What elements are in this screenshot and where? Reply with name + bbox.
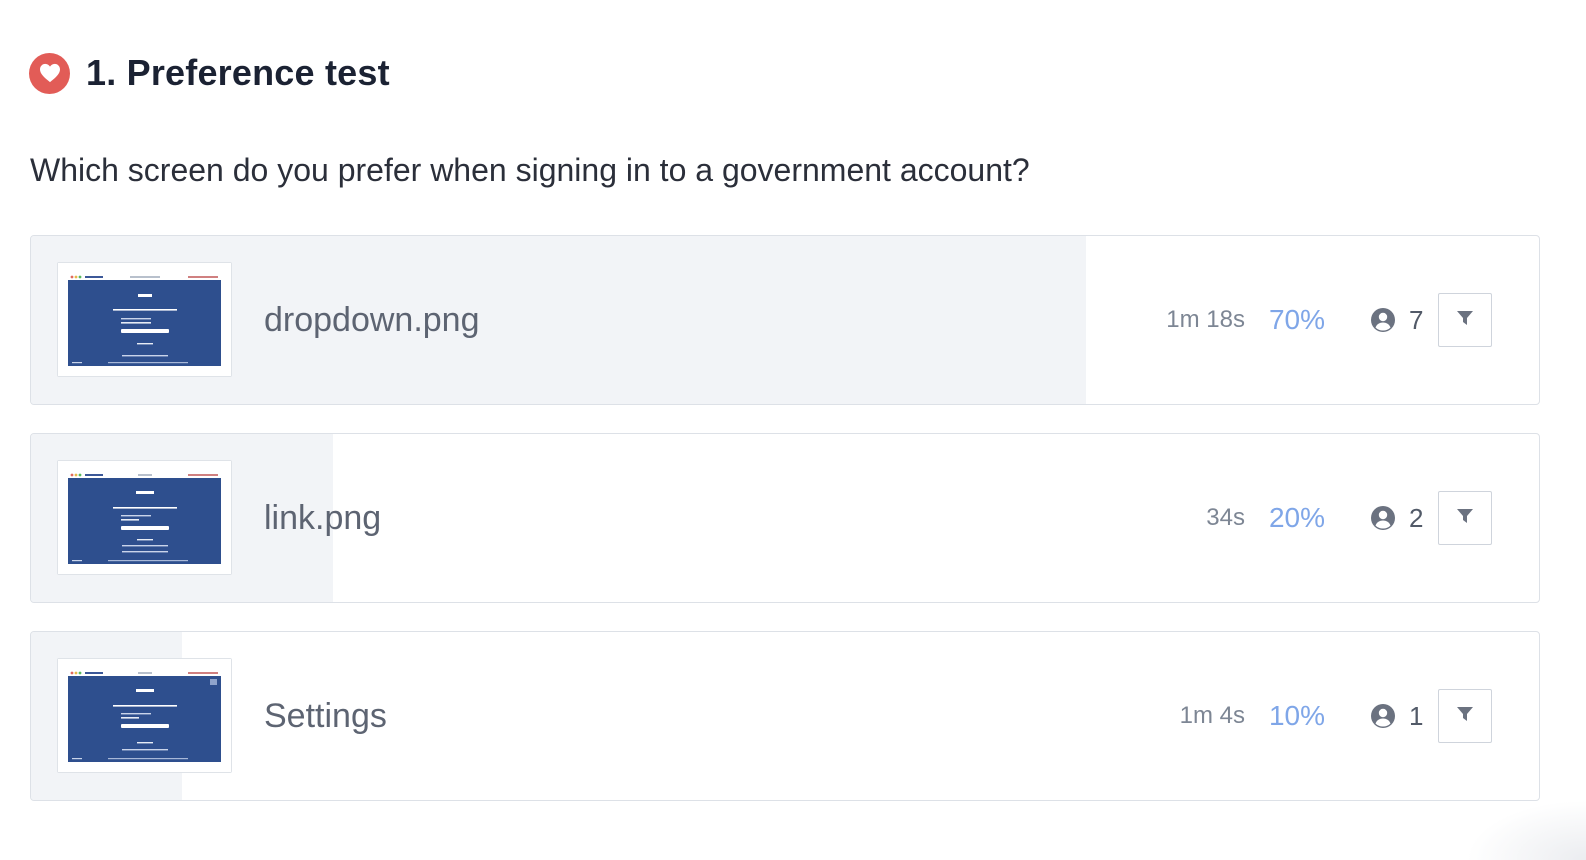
option-label: Settings: [264, 697, 387, 735]
user-icon: [1371, 506, 1395, 530]
page-title: 1. Preference test: [86, 52, 390, 93]
percent-value: 20%: [1268, 502, 1326, 533]
option-stats: 1m 4s 10% 1: [1111, 632, 1491, 800]
filter-button[interactable]: [1438, 491, 1492, 545]
duration-value: 34s: [1206, 504, 1245, 531]
question-text: Which screen do you prefer when signing …: [30, 152, 1030, 188]
option-row: link.png 34s 20% 2: [30, 433, 1540, 603]
option-thumbnail[interactable]: [57, 658, 232, 773]
filter-icon: [1456, 309, 1474, 332]
duration-value: 1m 4s: [1179, 702, 1245, 729]
filter-button[interactable]: [1438, 293, 1492, 347]
user-icon: [1371, 704, 1395, 728]
filter-button[interactable]: [1438, 689, 1492, 743]
participant-count: 1: [1371, 632, 1423, 800]
options-list: dropdown.png 1m 18s 70% 7 link.png 34s 2…: [30, 235, 1540, 829]
option-row: Settings 1m 4s 10% 1: [30, 631, 1540, 801]
user-icon: [1371, 308, 1395, 332]
option-row: dropdown.png 1m 18s 70% 7: [30, 235, 1540, 405]
option-stats: 34s 20% 2: [1111, 434, 1491, 602]
user-count: 1: [1409, 700, 1424, 731]
option-stats: 1m 18s 70% 7: [1111, 236, 1491, 404]
heart-icon: [29, 52, 70, 94]
percent-value: 70%: [1268, 304, 1326, 335]
participant-count: 2: [1371, 434, 1423, 602]
percent-value: 10%: [1268, 700, 1326, 731]
user-count: 2: [1409, 502, 1424, 533]
duration-value: 1m 18s: [1166, 306, 1245, 333]
filter-icon: [1456, 705, 1474, 728]
option-label: dropdown.png: [264, 301, 480, 339]
option-label: link.png: [264, 499, 382, 537]
section-header: 1. Preference test: [29, 52, 390, 94]
filter-icon: [1456, 507, 1474, 530]
option-thumbnail[interactable]: [57, 460, 232, 575]
corner-shadow: [1466, 800, 1586, 860]
user-count: 7: [1409, 304, 1424, 335]
participant-count: 7: [1371, 236, 1423, 404]
option-thumbnail[interactable]: [57, 262, 232, 377]
